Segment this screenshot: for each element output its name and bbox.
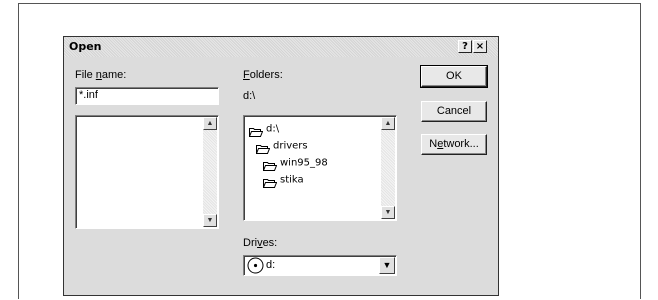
- file-name-value: *.inf: [79, 89, 98, 101]
- scroll-down-button[interactable]: ▼: [381, 206, 395, 219]
- folder-item[interactable]: drivers: [255, 137, 308, 154]
- folder-tree[interactable]: ▲ ▼ d:\ drivers win95_98stika: [243, 115, 397, 221]
- scroll-down-button[interactable]: ▼: [203, 214, 217, 227]
- scroll-up-button[interactable]: ▲: [203, 117, 217, 130]
- title-bar[interactable]: Open ? ×: [64, 37, 498, 57]
- folder-item-label: drivers: [273, 140, 308, 152]
- scroll-up-button[interactable]: ▲: [381, 117, 395, 130]
- cancel-button[interactable]: Cancel: [421, 101, 487, 122]
- open-folder-icon: [262, 158, 278, 171]
- ok-button[interactable]: OK: [420, 65, 488, 88]
- file-name-input[interactable]: *.inf: [75, 87, 219, 105]
- open-folder-icon: [262, 175, 278, 188]
- file-name-label: File name:: [75, 69, 127, 81]
- drives-label: Drives:: [243, 237, 278, 249]
- drives-combobox[interactable]: d: ▼: [243, 255, 397, 276]
- file-list[interactable]: ▲ ▼: [75, 115, 219, 229]
- cd-drive-icon: [247, 257, 264, 279]
- open-dialog: Open ? × File name: *.inf ▲ ▼ Folders: d…: [63, 36, 499, 296]
- folders-label: Folders:: [243, 69, 283, 81]
- folder-item-label: stika: [280, 174, 304, 186]
- drives-dropdown-button[interactable]: ▼: [379, 257, 395, 274]
- current-folder-path: d:\: [243, 90, 256, 102]
- dialog-title: Open: [69, 40, 102, 53]
- folder-item-label: d:\: [266, 123, 280, 135]
- folder-item[interactable]: stika: [262, 171, 304, 188]
- selected-drive: d:: [266, 259, 276, 271]
- open-folder-icon: [255, 141, 271, 154]
- network-button[interactable]: Network...: [421, 134, 487, 155]
- file-list-scrollbar[interactable]: ▲ ▼: [203, 117, 217, 227]
- close-button[interactable]: ×: [473, 40, 487, 53]
- folder-item-label: win95_98: [280, 157, 328, 169]
- help-button[interactable]: ?: [458, 40, 472, 53]
- folder-item[interactable]: win95_98: [262, 154, 328, 171]
- folder-item[interactable]: d:\: [248, 120, 280, 137]
- open-folder-icon: [248, 124, 264, 137]
- folder-tree-scrollbar[interactable]: ▲ ▼: [381, 117, 395, 219]
